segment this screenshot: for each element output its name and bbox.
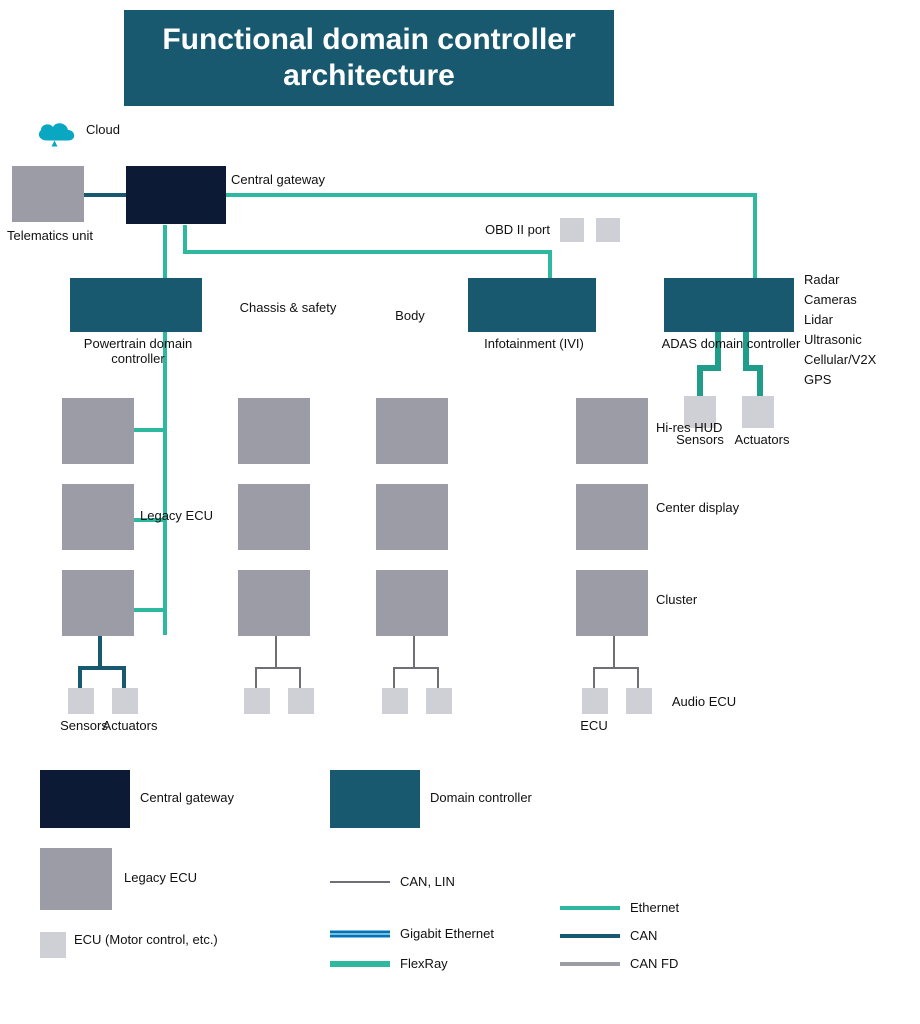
ecu-tiny-c2b [288, 688, 314, 714]
node-telematics [12, 166, 84, 222]
legend-label-eth: Ethernet [630, 900, 679, 915]
node-ecu-c1r2 [62, 484, 134, 550]
label-ecu-c4a: ECU [562, 718, 626, 733]
title-text: Functional domain controller architectur… [144, 22, 594, 94]
ecu-tiny-c1a [68, 688, 94, 714]
label-dc-powertrain: Powertrain domain controller [60, 336, 216, 366]
node-ecu-c1r3 [62, 570, 134, 636]
label-audio: Audio ECU [664, 694, 744, 709]
ecu-tiny-c2a [244, 688, 270, 714]
node-obd-2 [596, 218, 620, 242]
node-ecu-c2r2 [238, 484, 310, 550]
node-ecu-c4r1 [576, 398, 648, 464]
legend-box-gateway [40, 770, 130, 828]
label-act-c1: Actuators [100, 718, 160, 733]
label-cam: Cameras [804, 292, 857, 307]
node-ecu-c2r3 [238, 570, 310, 636]
node-dc-ivi [468, 278, 596, 332]
legend-label-canfd: CAN FD [630, 956, 678, 971]
legend-box-smallecu [40, 932, 66, 958]
legend-label-dc: Domain controller [430, 790, 532, 805]
label-radar: Radar [804, 272, 839, 287]
node-dc-powertrain [70, 278, 202, 332]
ecu-tiny-c3b [426, 688, 452, 714]
label-dc-adas: ADAS domain controller [656, 336, 806, 351]
label-cluster: Cluster [656, 592, 756, 607]
label-dc-ivi: Infotainment (IVI) [454, 336, 614, 351]
legend-label-smallecu: ECU (Motor control, etc.) [74, 932, 274, 947]
node-obd-1 [560, 218, 584, 242]
page-title: Functional domain controller architectur… [124, 10, 614, 106]
label-gps: GPS [804, 372, 831, 387]
legend-box-dc [330, 770, 420, 828]
label-dc-body: Body [370, 308, 450, 323]
label-ecu: Legacy ECU [140, 508, 240, 523]
node-ecu-c4r3 [576, 570, 648, 636]
legend-box-ecu [40, 848, 112, 910]
legend-label-can: CAN [630, 928, 657, 943]
node-ecu-c1r1 [62, 398, 134, 464]
node-ecu-c3r1 [376, 398, 448, 464]
node-ecu-c3r3 [376, 570, 448, 636]
legend-label-gig: Gigabit Ethernet [400, 926, 494, 941]
label-dc-chassis: Chassis & safety [230, 300, 346, 315]
node-ecu-c3r2 [376, 484, 448, 550]
ecu-tiny-c1b [112, 688, 138, 714]
node-ecu-c2r1 [238, 398, 310, 464]
cloud-label: Cloud [86, 122, 120, 137]
legend-label-canlin: CAN, LIN [400, 874, 455, 889]
label-display: Center display [656, 500, 776, 515]
label-telematics: Telematics unit [0, 228, 100, 243]
label-lidar: Lidar [804, 312, 833, 327]
cloud-icon [32, 118, 80, 148]
ecu-tiny-c3a [382, 688, 408, 714]
node-dc-adas [664, 278, 794, 332]
node-central-gateway [126, 166, 226, 224]
legend-label-flexray: FlexRay [400, 956, 448, 971]
label-hud: Hi-res HUD [656, 420, 756, 435]
node-ecu-c4r2 [576, 484, 648, 550]
ecu-tiny-c4b [626, 688, 652, 714]
label-obd: OBD II port [460, 222, 550, 237]
ecu-tiny-c4a [582, 688, 608, 714]
legend-label-gateway: Central gateway [140, 790, 234, 805]
label-ultra: Ultrasonic [804, 332, 862, 347]
legend-label-legacy: Legacy ECU [124, 870, 197, 885]
label-central-gateway: Central gateway [228, 172, 328, 187]
label-cell: Cellular/V2X [804, 352, 876, 367]
